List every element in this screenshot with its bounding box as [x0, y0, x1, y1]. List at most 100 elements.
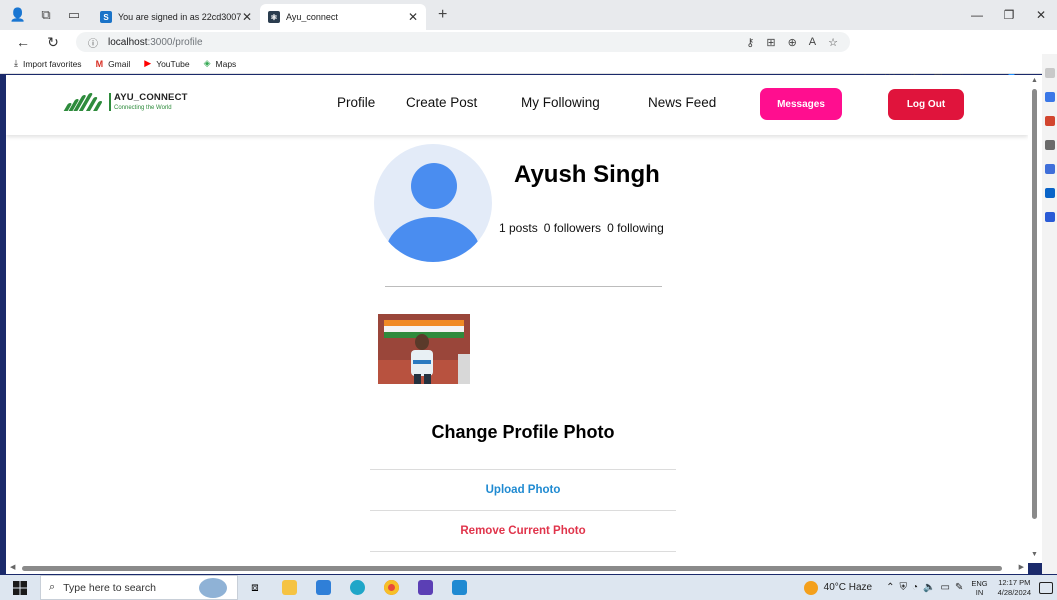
security-icon[interactable]: ⛨ [900, 582, 908, 593]
sidebar-copilot-icon[interactable] [1045, 92, 1055, 102]
horizontal-scrollbar[interactable]: ◀ ▶ [6, 563, 1028, 574]
favorite-youtube[interactable]: ▶ YouTube [144, 58, 189, 69]
mail-icon[interactable] [306, 575, 340, 600]
post-thumbnail[interactable] [378, 314, 470, 384]
nav-create-post[interactable]: Create Post [406, 95, 477, 110]
scroll-down-icon[interactable]: ▼ [1031, 551, 1038, 558]
sidebar-tools-icon[interactable] [1045, 116, 1055, 126]
tab-title: Ayu_connect [286, 12, 338, 22]
upload-photo-button[interactable]: Upload Photo [370, 469, 676, 509]
youtube-icon: ▶ [144, 58, 152, 68]
read-aloud-icon[interactable]: A [809, 36, 816, 48]
scroll-right-icon[interactable]: ▶ [1019, 563, 1024, 571]
apps-icon[interactable]: ⊞ [766, 36, 775, 49]
github-desktop-icon[interactable] [408, 575, 442, 600]
search-icon: ⌕ [49, 581, 56, 593]
scroll-up-icon[interactable]: ▲ [1031, 77, 1038, 84]
refresh-icon[interactable]: ↻ [38, 34, 68, 51]
task-view-icon[interactable]: ⧈ [238, 575, 272, 600]
favorite-import[interactable]: ⤓ Import favorites [14, 58, 82, 69]
remove-photo-button[interactable]: Remove Current Photo [370, 510, 676, 550]
taskbar-search-input[interactable]: ⌕ Type here to search [40, 575, 238, 600]
close-tab-icon[interactable]: ✕ [242, 10, 252, 24]
profile-icon[interactable]: 👤 [8, 5, 28, 25]
system-tray: 40°C Haze ⌃ ⛨ ◔ 🔈 ▭ ✎ ENG IN 12:17 PM 4/… [803, 575, 1057, 600]
favorite-star-icon[interactable]: ☆ [828, 36, 838, 49]
back-icon[interactable]: ← [8, 34, 38, 50]
browser-tab-1[interactable]: S You are signed in as 22cd3007 ✕ [92, 4, 260, 30]
profile-divider [385, 286, 662, 287]
posts-count: 1 posts [499, 221, 538, 235]
minimize-icon[interactable]: — [961, 8, 993, 22]
url-field[interactable]: ⓘ localhost:3000/profile ⚷ ⊞ ⊕ A ☆ [76, 32, 850, 52]
app-header: AYU_CONNECT Connecting the World Profile… [6, 75, 1028, 135]
close-window-icon[interactable]: ✕ [1025, 8, 1057, 22]
gmail-icon: M [95, 58, 104, 69]
windows-logo-icon [13, 580, 27, 595]
clock-time: 12:17 PM [998, 578, 1031, 588]
file-explorer-icon[interactable] [272, 575, 306, 600]
volume-icon[interactable]: 🔈 [923, 582, 935, 593]
horizontal-scroll-thumb[interactable] [22, 566, 1002, 571]
messages-button[interactable]: Messages [760, 88, 842, 120]
favorite-maps[interactable]: ◈ Maps [204, 58, 237, 69]
edge-sidebar [1042, 54, 1057, 574]
profile-name: Ayush Singh [514, 161, 660, 188]
avatar-body-icon [386, 217, 480, 262]
vertical-scroll-thumb[interactable] [1032, 89, 1037, 519]
logo-mark-icon [63, 93, 106, 111]
sidebar-word-icon[interactable] [1045, 212, 1055, 222]
logo-title: AYU_CONNECT [114, 92, 188, 104]
sidebar-games-icon[interactable] [1045, 164, 1055, 174]
workspaces-icon[interactable]: ⧉ [36, 5, 56, 25]
notifications-icon[interactable] [1039, 581, 1053, 594]
browser-tab-2-active[interactable]: ⚛ Ayu_connect ✕ [260, 4, 426, 30]
logout-button[interactable]: Log Out [888, 89, 964, 120]
network-icon[interactable]: ◔ [912, 582, 918, 593]
pen-icon[interactable]: ✎ [955, 582, 963, 593]
language-indicator[interactable]: ENG IN [971, 579, 987, 597]
window-controls: — ❐ ✕ [961, 0, 1057, 30]
favorite-gmail[interactable]: M Gmail [96, 59, 131, 69]
followers-count: 0 followers [543, 221, 602, 235]
tab-actions-icon[interactable]: ▭ [64, 5, 84, 25]
change-photo-title: Change Profile Photo [431, 422, 615, 442]
favorites-bar: ⤓ Import favorites M Gmail ▶ YouTube ◈ M… [0, 54, 1057, 74]
app-logo[interactable]: AYU_CONNECT Connecting the World [63, 92, 188, 111]
profile-avatar[interactable] [374, 144, 492, 262]
windows-taskbar: ⌕ Type here to search ⧈ 40°C Haze ⌃ ⛨ ◔ … [0, 575, 1057, 600]
zoom-icon[interactable]: ⊕ [788, 36, 797, 49]
weather-text: 40°C Haze [823, 582, 873, 593]
chrome-icon[interactable] [374, 575, 408, 600]
sidebar-people-icon[interactable] [1045, 140, 1055, 150]
clock[interactable]: 12:17 PM 4/28/2024 [998, 578, 1031, 597]
sidebar-search-icon[interactable] [1045, 68, 1055, 78]
browser-tab-bar: 👤 ⧉ ▭ S You are signed in as 22cd3007 ✕ … [0, 0, 1057, 30]
athlete-photo [378, 314, 470, 384]
maximize-icon[interactable]: ❐ [993, 8, 1025, 22]
search-placeholder: Type here to search [63, 581, 156, 594]
scroll-left-icon[interactable]: ◀ [10, 563, 15, 571]
search-highlight-icon [199, 578, 227, 598]
vertical-scrollbar[interactable]: ▲ ▼ [1028, 75, 1042, 563]
site-info-icon[interactable]: ⓘ [88, 35, 98, 50]
key-icon[interactable]: ⚷ [746, 36, 754, 49]
profile-stats: 1 posts 0 followers 0 following [499, 221, 664, 235]
react-favicon-icon: ⚛ [268, 11, 280, 23]
sidebar-outlook-icon[interactable] [1045, 188, 1055, 198]
edge-icon[interactable] [340, 575, 374, 600]
weather-widget[interactable]: 40°C Haze [803, 580, 873, 595]
nav-news-feed[interactable]: News Feed [648, 95, 716, 110]
vscode-icon[interactable] [442, 575, 476, 600]
close-tab-icon[interactable]: ✕ [408, 10, 418, 24]
battery-icon[interactable]: ▭ [941, 582, 950, 593]
start-button[interactable] [0, 575, 40, 600]
import-icon: ⤓ [14, 58, 18, 68]
new-tab-icon[interactable]: + [438, 6, 447, 24]
url-path: :3000/profile [147, 36, 203, 48]
tray-overflow-icon[interactable]: ⌃ [886, 582, 894, 593]
tab-title: You are signed in as 22cd3007 [118, 12, 242, 22]
avatar-head-icon [411, 163, 457, 209]
nav-my-following[interactable]: My Following [521, 95, 600, 110]
nav-profile[interactable]: Profile [337, 95, 375, 110]
